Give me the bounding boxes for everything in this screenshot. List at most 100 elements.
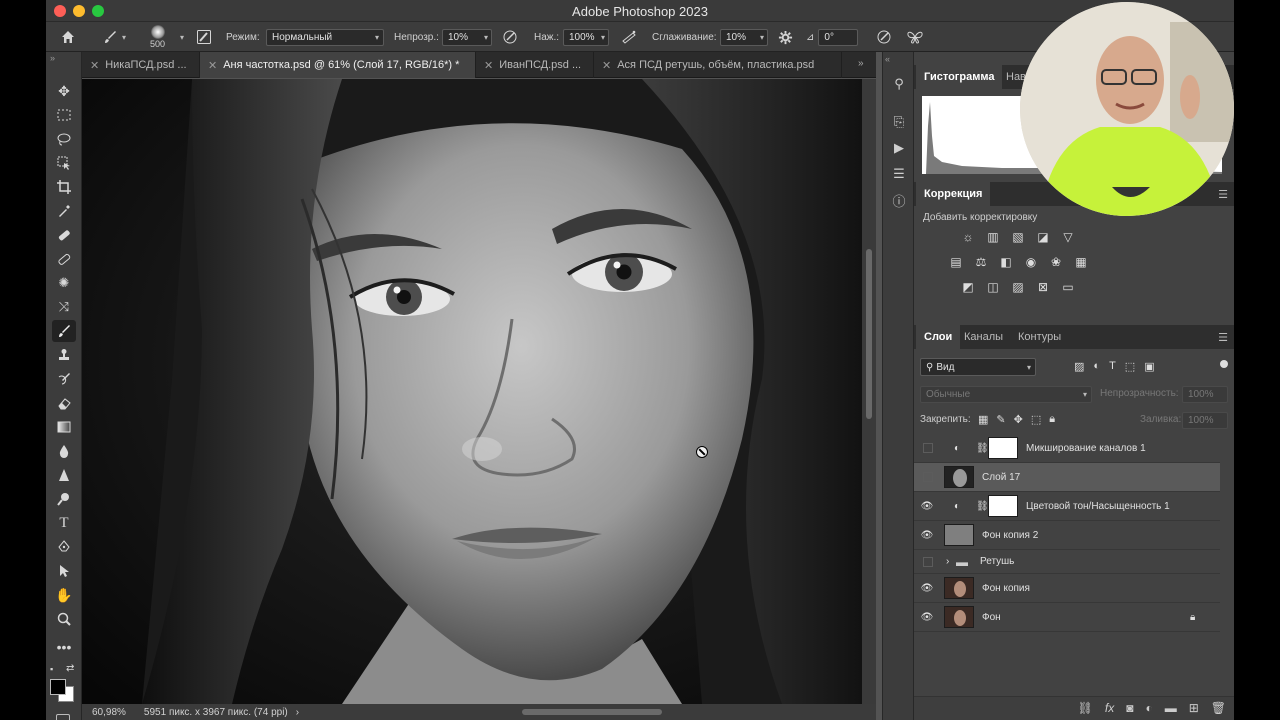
tab-adjustments[interactable]: Коррекция — [916, 182, 991, 206]
properties-panel-button[interactable]: ☰ — [889, 164, 909, 184]
clone-stamp-tool[interactable] — [52, 344, 76, 366]
opacity-pressure-toggle[interactable] — [502, 22, 518, 52]
history-panel-button[interactable]: ⎘ — [889, 112, 909, 132]
eraser-tool[interactable] — [52, 392, 76, 414]
selective-color-icon[interactable]: ⊠ — [1035, 280, 1051, 294]
close-icon[interactable]: ✕ — [208, 59, 217, 72]
levels-icon[interactable]: ▥ — [985, 230, 1001, 244]
layer-fill-field[interactable]: 100% — [1182, 412, 1228, 429]
posterize-icon[interactable]: ◫ — [985, 280, 1001, 294]
collapse-toolbar-icon[interactable]: » — [50, 53, 55, 63]
brush-tool-preset-button[interactable]: ▾ — [102, 22, 126, 52]
threshold-icon[interactable]: ▨ — [1010, 280, 1026, 294]
curves-icon[interactable]: ▧ — [1010, 230, 1026, 244]
marquee-tool[interactable] — [52, 104, 76, 126]
tab-channels[interactable]: Каналы — [956, 325, 1011, 349]
path-selection-tool[interactable] — [52, 560, 76, 582]
lock-transparency-icon[interactable]: ▦ — [978, 413, 988, 426]
document-canvas[interactable] — [82, 79, 862, 704]
layer-row[interactable]: 👁︎ Фон 🔒︎ — [914, 603, 1220, 632]
exposure-icon[interactable]: ◪ — [1035, 230, 1051, 244]
channel-mixer-icon[interactable]: ❀ — [1048, 255, 1064, 269]
patch-tool[interactable] — [52, 248, 76, 270]
gradient-map-icon[interactable]: ▭ — [1060, 280, 1076, 294]
hand-tool[interactable]: ✋ — [52, 584, 76, 606]
type-tool[interactable]: T — [52, 512, 76, 534]
close-icon[interactable]: ✕ — [602, 59, 611, 72]
visibility-toggle[interactable] — [923, 556, 933, 567]
lock-artboard-icon[interactable]: ⬚ — [1031, 413, 1041, 426]
symmetry-button[interactable] — [906, 22, 924, 52]
blur-tool[interactable] — [52, 440, 76, 462]
chevron-right-icon[interactable]: › — [946, 556, 949, 567]
scrollbar-thumb[interactable] — [866, 249, 872, 419]
eye-icon[interactable]: 👁︎ — [920, 581, 934, 595]
blend-mode-dropdown[interactable]: Обычные ▾ — [920, 386, 1092, 403]
new-layer-icon[interactable]: ⊞ — [1189, 701, 1199, 715]
tab-document-1[interactable]: ✕ НикаПСД.psd ... — [82, 52, 200, 78]
lock-position-icon[interactable]: ✥ — [1014, 413, 1023, 426]
link-icon[interactable]: ⛓ — [976, 501, 989, 512]
tab-histogram[interactable]: Гистограмма — [916, 65, 1003, 89]
brush-tool[interactable] — [52, 320, 76, 342]
layer-row[interactable]: 👁︎ Фон копия — [914, 574, 1220, 603]
smoothing-field[interactable]: 10% ▾ — [720, 28, 768, 46]
more-tabs-icon[interactable]: » — [858, 58, 864, 69]
zoom-tool[interactable] — [52, 608, 76, 630]
shape-filter-icon[interactable]: ⬚ — [1125, 360, 1135, 373]
collapse-panels-icon[interactable]: « — [885, 54, 890, 64]
close-icon[interactable]: ✕ — [90, 59, 99, 72]
new-adjustment-icon[interactable]: ◐ — [1145, 701, 1152, 715]
canvas-vertical-scrollbar[interactable] — [862, 79, 876, 704]
actions-panel-button[interactable]: ▶ — [889, 138, 909, 158]
layer-thumbnail[interactable] — [944, 466, 974, 488]
brightness-icon[interactable]: ☼ — [960, 230, 976, 244]
layer-mask-thumbnail[interactable] — [988, 495, 1018, 517]
color-lookup-icon[interactable]: ▦ — [1073, 255, 1089, 269]
tab-document-2[interactable]: ✕ Аня частотка.psd @ 61% (Слой 17, RGB/16… — [200, 52, 476, 78]
tab-document-4[interactable]: ✕ Ася ПСД ретушь, объём, пластика.psd — [594, 52, 842, 78]
sharpen-tool[interactable] — [52, 464, 76, 486]
home-button[interactable] — [60, 22, 76, 52]
layer-row[interactable]: ◐ ⛓ Микширование каналов 1 — [914, 434, 1220, 463]
lock-pixels-icon[interactable]: ✎ — [996, 413, 1005, 426]
dodge-tool[interactable] — [52, 488, 76, 510]
brush-settings-button[interactable] — [196, 22, 212, 52]
lasso-tool[interactable] — [52, 128, 76, 150]
default-colors-icon[interactable]: ▪ — [50, 664, 53, 674]
flow-field[interactable]: 100% ▾ — [563, 28, 609, 46]
photo-filter-icon[interactable]: ◉ — [1023, 255, 1039, 269]
blend-mode-select[interactable]: Нормальный ▾ — [266, 28, 384, 46]
image-filter-icon[interactable]: ▨ — [1074, 360, 1084, 373]
vibrance-icon[interactable]: ▽ — [1060, 230, 1076, 244]
gradient-tool[interactable] — [52, 416, 76, 438]
quick-mask-icon[interactable] — [56, 714, 70, 720]
lock-all-icon[interactable]: 🔒︎ — [1049, 413, 1055, 426]
close-icon[interactable]: ✕ — [484, 59, 493, 72]
layer-thumbnail[interactable] — [944, 606, 974, 628]
spot-healing-tool[interactable] — [52, 224, 76, 246]
visibility-toggle[interactable] — [923, 472, 933, 482]
eye-icon[interactable]: 👁︎ — [920, 610, 934, 624]
airbrush-toggle[interactable] — [621, 22, 637, 52]
object-selection-tool[interactable] — [52, 152, 76, 174]
canvas-horizontal-scrollbar[interactable] — [522, 709, 662, 715]
filter-toggle[interactable] — [1220, 360, 1228, 368]
layer-row[interactable]: 👁︎ ◐ ⛓ Цветовой тон/Насыщенность 1 — [914, 492, 1220, 521]
foreground-color-swatch[interactable] — [50, 679, 66, 695]
swap-colors-icon[interactable]: ⇄ — [66, 663, 74, 674]
layer-row[interactable]: Слой 17 — [914, 463, 1220, 492]
panel-menu-icon[interactable]: ☰ — [1218, 188, 1228, 201]
add-mask-icon[interactable]: ◙ — [1126, 701, 1133, 715]
layer-thumbnail[interactable] — [944, 524, 974, 546]
tab-document-3[interactable]: ✕ ИванПСД.psd ... — [476, 52, 594, 78]
zoom-level[interactable]: 60,98% — [92, 707, 126, 718]
layer-mask-thumbnail[interactable] — [988, 437, 1018, 459]
pressure-size-toggle[interactable] — [876, 22, 892, 52]
smart-object-filter-icon[interactable]: ▣ — [1144, 360, 1154, 373]
tab-paths[interactable]: Контуры — [1010, 325, 1069, 349]
fx-icon[interactable]: fx — [1105, 701, 1114, 715]
pen-tool[interactable] — [52, 536, 76, 558]
layer-row[interactable]: 👁︎ Фон копия 2 — [914, 521, 1220, 550]
type-filter-icon[interactable]: T — [1109, 360, 1116, 373]
